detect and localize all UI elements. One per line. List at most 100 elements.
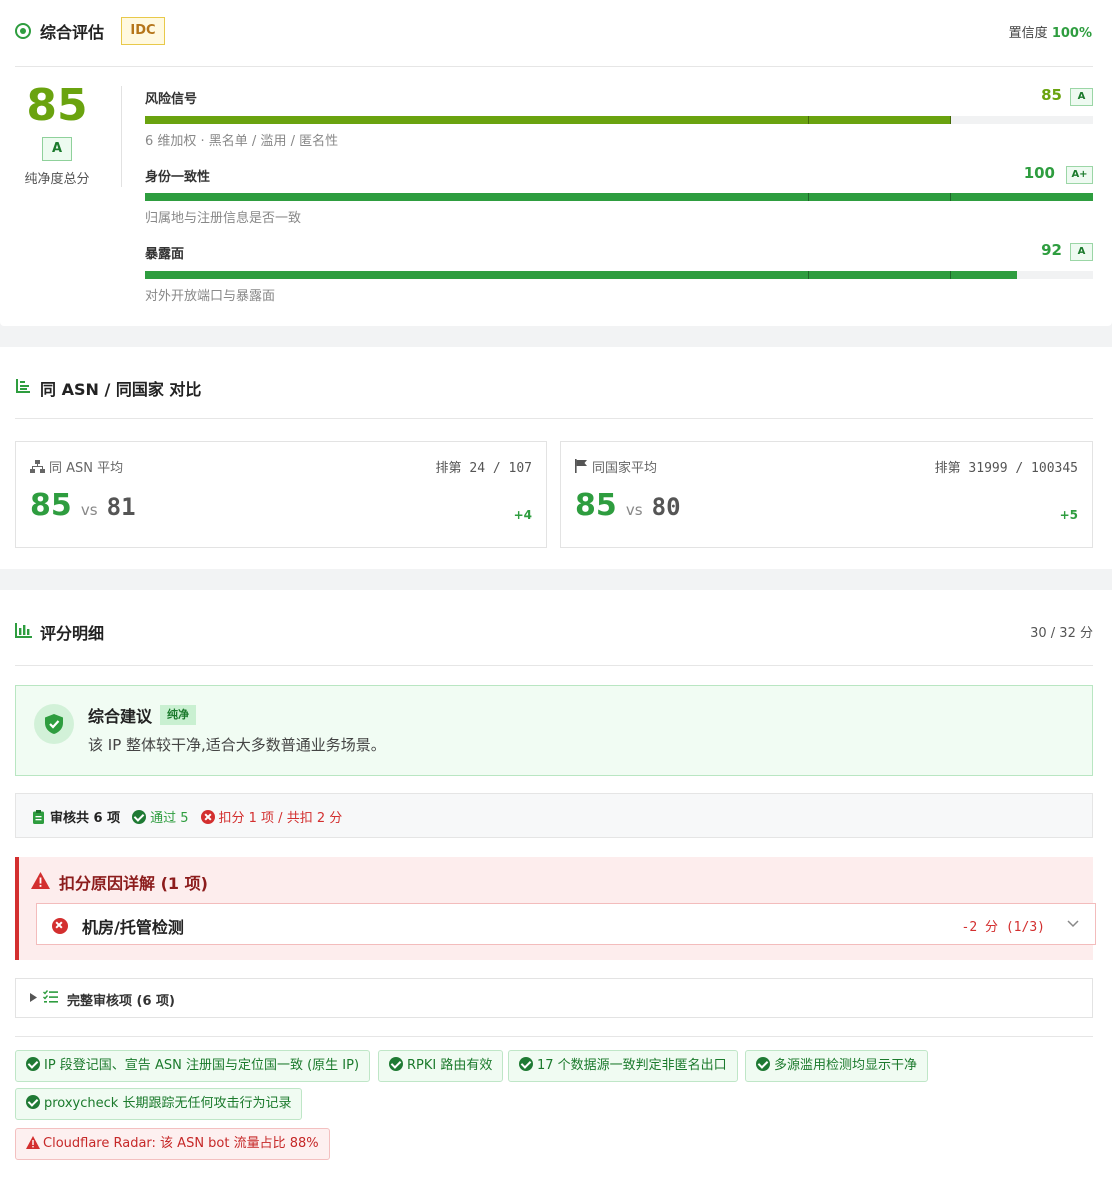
clean-tag: 纯净 xyxy=(160,705,197,725)
asn-compare-card: 同 ASN 平均 排第 24 / 107 85 vs 81 +4 xyxy=(15,441,547,548)
idc-badge: IDC xyxy=(121,17,165,45)
chip-text: proxycheck 长期跟踪无任何攻击行为记录 xyxy=(44,1096,292,1111)
row-grade-exposure: A xyxy=(1070,243,1093,261)
confidence-label: 置信度 xyxy=(1008,26,1048,41)
x-circle-icon xyxy=(200,810,215,824)
triangle-right-icon xyxy=(30,993,37,1002)
warning-icon xyxy=(26,1136,40,1149)
bar-tick xyxy=(950,271,951,279)
pass-chip: IP 段登记国、宣告 ASN 注册国与定位国一致 (原生 IP) xyxy=(15,1050,371,1082)
country-score: 85 xyxy=(575,488,617,523)
shield-check-icon xyxy=(45,714,63,734)
bar-fill-exposure xyxy=(145,271,1018,279)
bar-tick xyxy=(808,193,809,201)
pass-chip: 多源滥用检测均显示干净 xyxy=(745,1050,929,1082)
warning-icon xyxy=(31,872,50,889)
compare-title: 同 ASN / 同国家 对比 xyxy=(40,380,202,399)
advice-text: 该 IP 整体较干净,适合大多数普通业务场景。 xyxy=(88,736,386,754)
audit-summary-row: 审核共 6 项 通过 5 扣分 1 项 / 共扣 2 分 xyxy=(33,807,342,826)
bar-risk xyxy=(145,116,1093,124)
chip-text: 17 个数据源一致判定非匿名出口 xyxy=(537,1058,727,1073)
vs-label: vs xyxy=(625,501,643,519)
row-name-risk: 风险信号 xyxy=(145,92,198,107)
bar-chart-icon xyxy=(15,623,32,638)
country-rank-value: 31999 / 100345 xyxy=(968,461,1078,476)
deduction-item[interactable]: 机房/托管检测 -2 分 (1/3) xyxy=(36,903,1096,945)
audit-deduct-text: 扣分 1 项 / 共扣 2 分 xyxy=(218,811,343,826)
total-grade: A xyxy=(42,137,72,161)
list-chart-icon xyxy=(16,379,30,393)
row-value-exposure: 92 xyxy=(1041,241,1062,259)
bar-identity xyxy=(145,193,1093,201)
check-circle-icon xyxy=(389,1057,403,1071)
advice-box: 综合建议 纯净 该 IP 整体较干净,适合大多数普通业务场景。 xyxy=(15,685,1093,776)
audit-deduct: 扣分 1 项 / 共扣 2 分 xyxy=(200,807,343,826)
divider xyxy=(15,66,1093,67)
check-circle-icon xyxy=(756,1057,770,1071)
advice-title: 综合建议 xyxy=(88,707,153,726)
bar-tick xyxy=(808,116,809,124)
full-audit-toggle[interactable]: 完整审核项 (6 项) xyxy=(15,978,1093,1018)
country-score-line: 85 vs 80 xyxy=(575,488,681,523)
advice-header: 综合建议 纯净 xyxy=(88,703,197,727)
country-compare-card: 同国家平均 排第 31999 / 100345 85 vs 80 +5 xyxy=(560,441,1093,548)
chip-text: 多源滥用检测均显示干净 xyxy=(774,1058,918,1073)
confidence-value: 100% xyxy=(1051,26,1092,41)
audit-summary: 审核共 6 项 通过 5 扣分 1 项 / 共扣 2 分 xyxy=(15,793,1093,838)
chevron-down-icon[interactable] xyxy=(1067,920,1079,928)
divider xyxy=(15,665,1093,666)
asn-avg-label: 同 ASN 平均 xyxy=(49,461,124,476)
country-avg: 80 xyxy=(651,493,681,521)
compare-panel: 同 ASN / 同国家 对比 同 ASN 平均 排第 24 / 107 85 v… xyxy=(0,347,1112,569)
row-grade-risk: A xyxy=(1070,88,1093,106)
warn-chip: Cloudflare Radar: 该 ASN bot 流量占比 88% xyxy=(15,1128,330,1160)
detail-panel: 评分明细 30 / 32 分 综合建议 纯净 该 IP 整体较干净,适合大多数普… xyxy=(0,590,1112,1183)
audit-pass-text: 通过 5 xyxy=(150,811,189,826)
audit-total-text: 审核共 6 项 xyxy=(50,811,121,826)
pass-chip: proxycheck 长期跟踪无任何攻击行为记录 xyxy=(15,1088,303,1120)
asn-rank: 排第 24 / 107 xyxy=(436,457,532,476)
bar-tick xyxy=(950,116,951,124)
asn-score: 85 xyxy=(30,488,72,523)
row-desc-exposure: 对外开放端口与暴露面 xyxy=(145,289,276,304)
country-avg-label: 同国家平均 xyxy=(592,461,658,476)
row-desc-risk: 6 维加权 · 黑名单 / 滥用 / 匿名性 xyxy=(145,134,339,149)
check-circle-icon xyxy=(26,1057,40,1071)
row-name-exposure: 暴露面 xyxy=(145,247,185,262)
bar-fill-risk xyxy=(145,116,951,124)
confidence: 置信度 100% xyxy=(1009,22,1092,41)
deduction-section: 扣分原因详解 (1 项) 机房/托管检测 -2 分 (1/3) xyxy=(15,857,1096,960)
bar-tick xyxy=(808,271,809,279)
bar-exposure xyxy=(145,271,1093,279)
country-rank-label: 排第 xyxy=(934,460,961,475)
row-grade-identity: A+ xyxy=(1066,166,1093,184)
audit-pass: 通过 5 xyxy=(132,807,189,826)
flag-icon xyxy=(575,459,587,473)
asn-rank-value: 24 / 107 xyxy=(469,461,532,476)
bar-tick xyxy=(950,193,951,201)
vs-label: vs xyxy=(80,501,98,519)
row-desc-identity: 归属地与注册信息是否一致 xyxy=(145,211,302,226)
pass-chip: 17 个数据源一致判定非匿名出口 xyxy=(508,1050,738,1082)
check-circle-icon xyxy=(26,1095,40,1109)
chip-text: IP 段登记国、宣告 ASN 注册国与定位国一致 (原生 IP) xyxy=(44,1058,360,1073)
chip-text: RPKI 路由有效 xyxy=(407,1058,493,1073)
asn-score-line: 85 vs 81 xyxy=(30,488,136,523)
detail-total: 30 / 32 分 xyxy=(1030,626,1093,641)
full-audit-label: 完整审核项 (6 项) xyxy=(67,994,175,1009)
deduction-item-score: -2 分 (1/3) xyxy=(961,920,1045,935)
divider xyxy=(15,418,1093,419)
shield-badge xyxy=(34,704,74,744)
country-delta: +5 xyxy=(1059,508,1078,522)
total-score: 85 xyxy=(26,80,88,131)
checklist-icon xyxy=(43,990,58,1003)
deduction-title: 扣分原因详解 (1 项) xyxy=(59,874,208,893)
overview-title: 综合评估 xyxy=(40,23,105,42)
row-name-identity: 身份一致性 xyxy=(145,170,211,185)
check-circle-icon xyxy=(519,1057,533,1071)
divider xyxy=(15,1036,1093,1037)
target-icon xyxy=(15,23,31,39)
network-icon xyxy=(30,460,45,473)
deduction-item-name: 机房/托管检测 xyxy=(82,918,184,937)
clipboard-icon xyxy=(33,809,44,824)
